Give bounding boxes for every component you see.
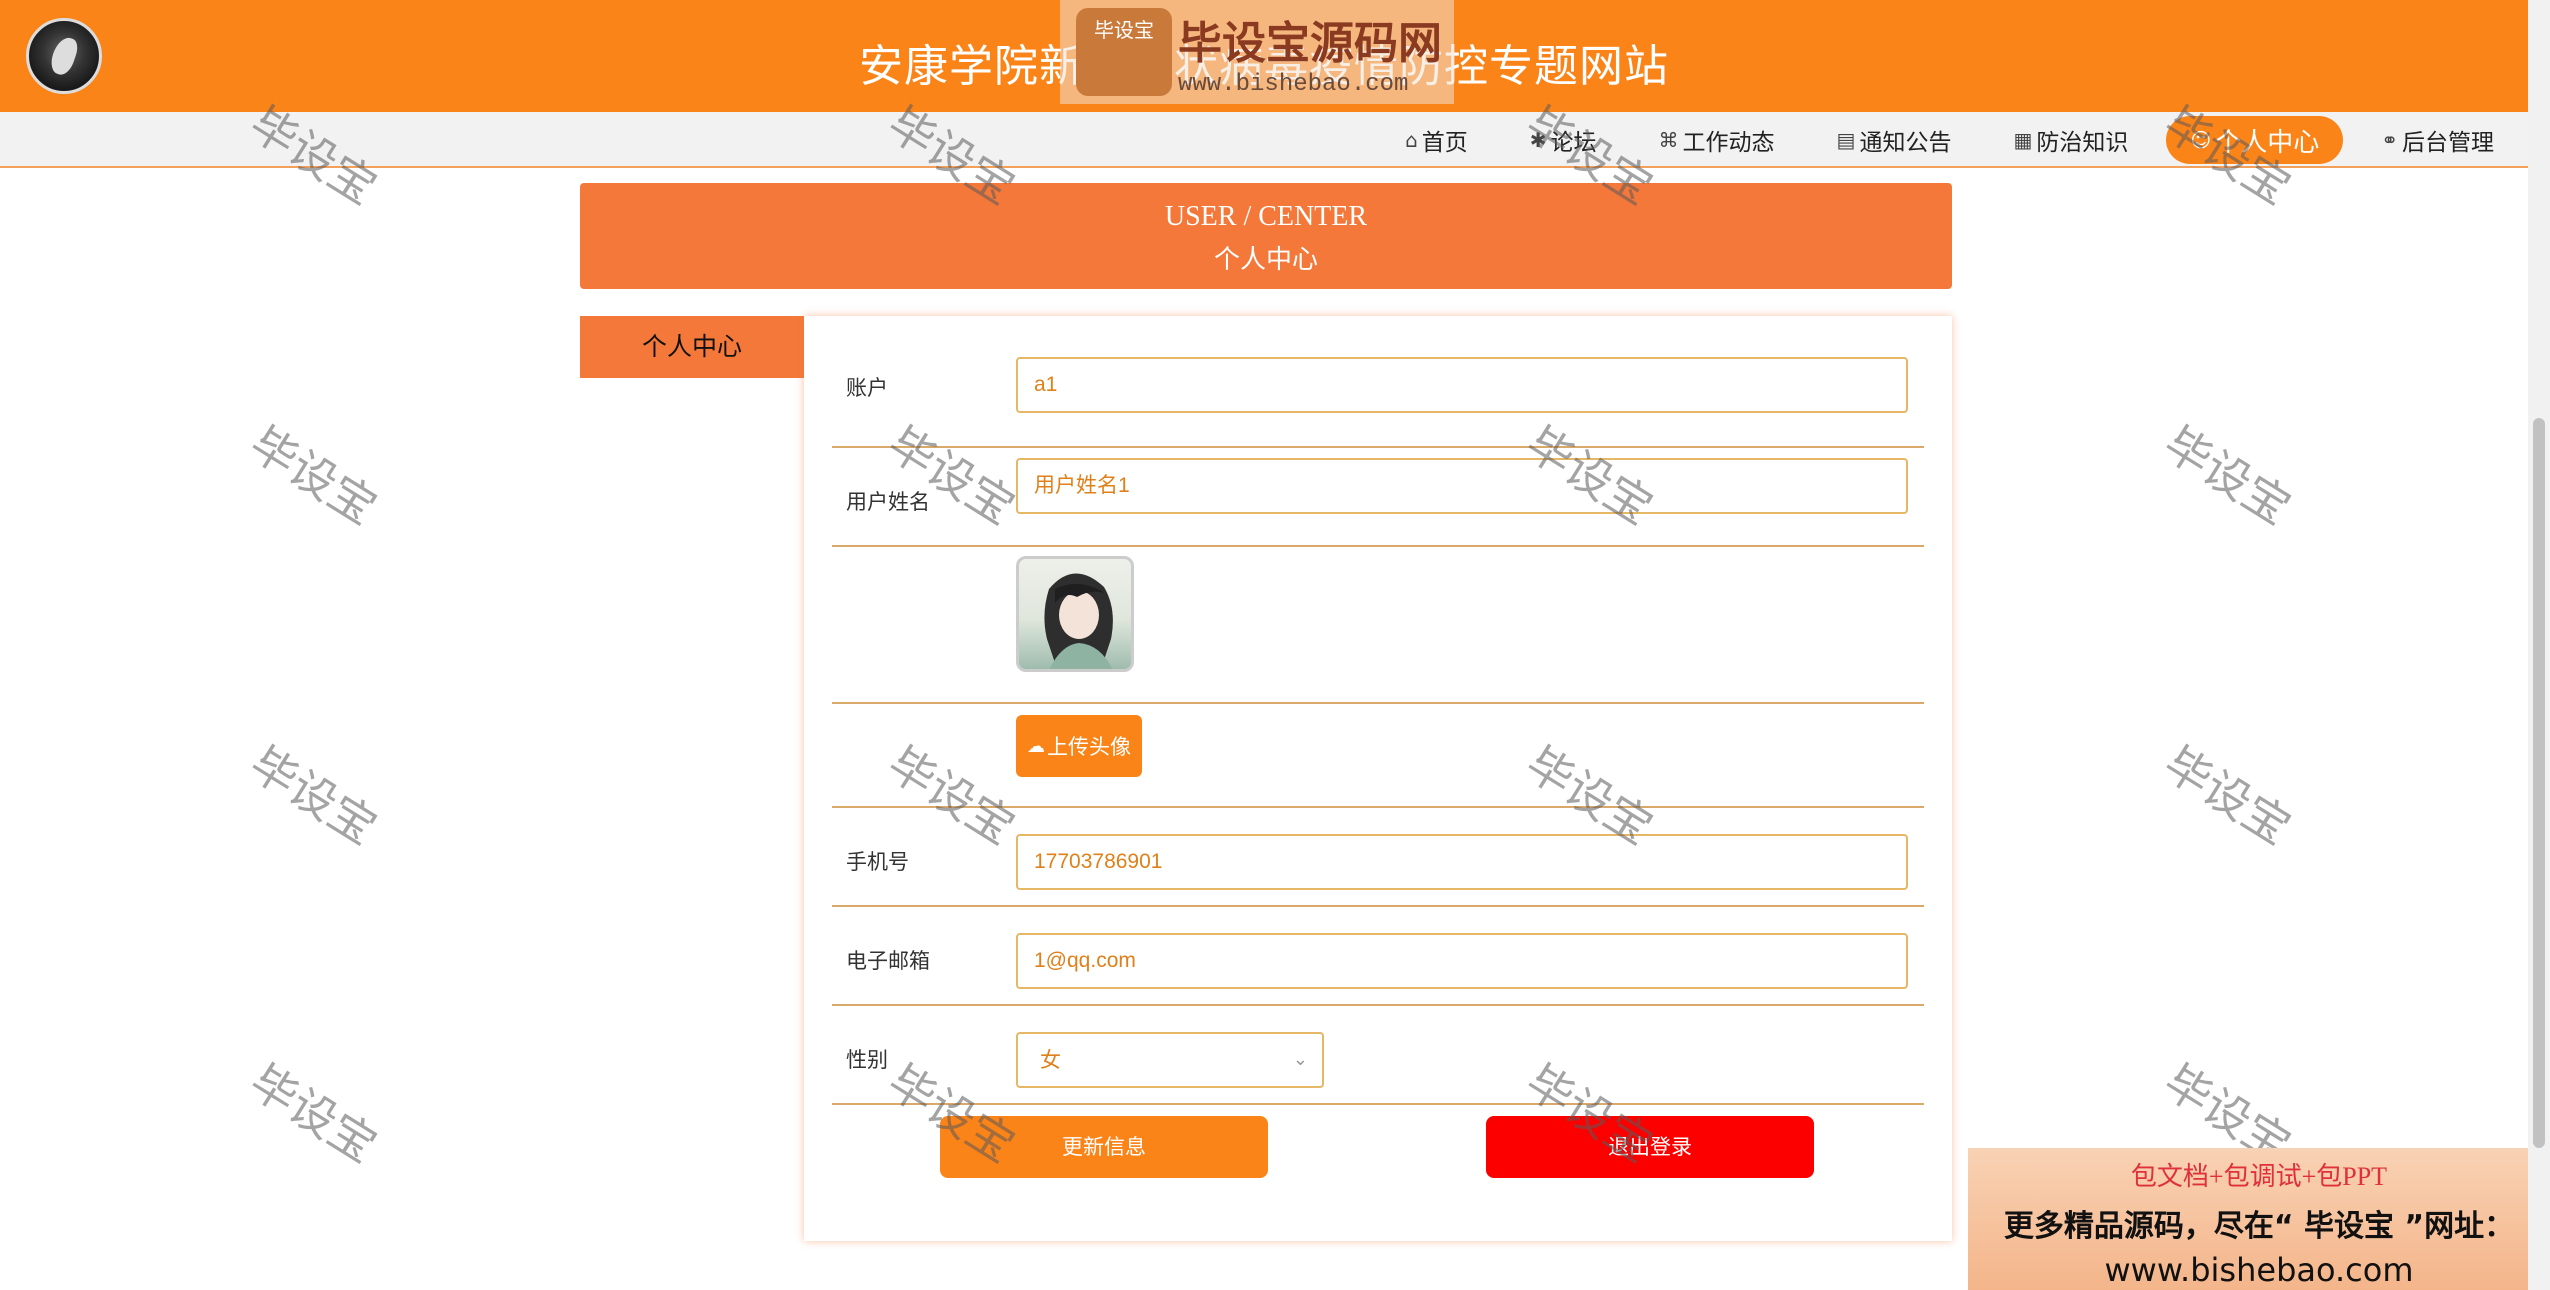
nav-item-4[interactable]: ▦ 防治知识 <box>1989 116 2152 164</box>
gender-label: 性别 <box>846 1048 888 1072</box>
watermark-logo: 毕设宝 毕设宝源码网 www.bishebao.com <box>1060 0 1454 104</box>
watermark-title: 毕设宝源码网 <box>1178 17 1442 69</box>
user-icon: ☺ <box>2190 128 2212 152</box>
nav-item-label: 防治知识 <box>2036 130 2129 156</box>
nav-item-label: 首页 <box>1421 130 1468 156</box>
nav-item-label: 论坛 <box>1550 130 1597 156</box>
watermark-text: 毕设宝 <box>2154 736 2301 856</box>
form-row-username: 用户姓名 用户姓名1 <box>832 448 1924 547</box>
promo-line-2: 更多精品源码，尽在“ 毕设宝 ”网址： <box>2003 1209 2515 1244</box>
forum-icon: ✱ <box>1529 128 1547 152</box>
page: 安康学院新型冠状病毒疫情防控专题网站 ⌂首页✱论坛⌘工作动态▤通知公告▦防治知识… <box>0 0 2550 1290</box>
form-row-account: 账户 a1 <box>832 316 1924 448</box>
nav-item-label: 个人中心 <box>2215 127 2320 158</box>
banner-title-en: USER / CENTER <box>1164 201 1368 232</box>
nav-item-2[interactable]: ⌘ 工作动态 <box>1635 116 1799 164</box>
account-label: 账户 <box>846 376 888 400</box>
form-row-email: 电子邮箱 1@qq.com <box>832 907 1924 1006</box>
nav-item-5[interactable]: ☺ 个人中心 <box>2166 116 2344 164</box>
watermark-url: www.bishebao.com <box>1178 70 1409 98</box>
phone-field[interactable]: 17703786901 <box>1016 834 1908 890</box>
username-label: 用户姓名 <box>846 490 930 514</box>
form-row-gender: 性别 女 ⌄ <box>832 1006 1924 1105</box>
nav-item-6[interactable]: ⚭ 后台管理 <box>2357 116 2518 164</box>
watermark-badge: 毕设宝 <box>1076 8 1172 96</box>
logout-button[interactable]: 退出登录 <box>1486 1116 1814 1178</box>
nav-item-3[interactable]: ▤ 通知公告 <box>1813 116 1976 164</box>
notice-icon: ▤ <box>1836 128 1856 152</box>
username-field[interactable]: 用户姓名1 <box>1016 458 1908 514</box>
watermark-text: 毕设宝 <box>2154 416 2301 536</box>
form-row-upload <box>832 704 1924 808</box>
nav-item-label: 后台管理 <box>2402 130 2494 156</box>
chevron-down-icon: ⌄ <box>1292 1049 1308 1070</box>
upload-avatar-label: 上传头像 <box>1047 735 1131 759</box>
sidebar-item-user-center[interactable]: 个人中心 <box>580 316 804 378</box>
watermark-text: 毕设宝 <box>240 416 387 536</box>
gender-select[interactable]: 女 ⌄ <box>1016 1032 1324 1088</box>
banner-title-cn: 个人中心 <box>1213 245 1318 274</box>
phone-label: 手机号 <box>846 850 909 874</box>
email-field[interactable]: 1@qq.com <box>1016 933 1908 989</box>
book-icon: ⌘ <box>1658 128 1679 152</box>
upload-avatar-button[interactable]: ☁ 上传头像 <box>1016 715 1142 777</box>
nav-item-label: 通知公告 <box>1859 130 1952 156</box>
nav-item-0[interactable]: ⌂ 首页 <box>1381 116 1492 164</box>
watermark-text: 毕设宝 <box>240 1054 387 1174</box>
nav-item-1[interactable]: ✱ 论坛 <box>1506 116 1621 164</box>
watermark-text: 毕设宝 <box>240 736 387 856</box>
nav-bar: ⌂ 首页 ✱ 论坛 ⌘ 工作动态 ▤ 通知公告 ▦ 防治知识 ☺ 个人中心 ⚭ 后台管理 <box>0 112 2528 168</box>
avatar <box>1016 556 1134 672</box>
promo-box[interactable]: 包文档+包调试+包PPT 更多精品源码，尽在“ 毕设宝 ”网址： www.bis… <box>1968 1148 2550 1290</box>
home-icon: ⌂ <box>1405 128 1418 152</box>
update-info-button[interactable]: 更新信息 <box>940 1116 1268 1178</box>
apps-icon: ▦ <box>2013 128 2033 152</box>
cloud-upload-icon: ☁ <box>1027 735 1045 757</box>
profile-form: 账户 a1 用户姓名 用户姓名1 ☁ 上传头像 手机号 17703786901 … <box>804 316 1952 1241</box>
form-row-avatar <box>832 547 1924 704</box>
promo-line-1: 包文档+包调试+包PPT <box>2130 1162 2388 1191</box>
form-row-phone: 手机号 17703786901 <box>832 808 1924 907</box>
promo-line-3: www.bishebao.com <box>2104 1251 2414 1289</box>
account-field[interactable]: a1 <box>1016 357 1908 413</box>
link-icon: ⚭ <box>2381 128 2398 152</box>
scrollbar[interactable] <box>2528 0 2550 1290</box>
gender-value: 女 <box>1040 1048 1061 1072</box>
nav-menu: ⌂ 首页 ✱ 论坛 ⌘ 工作动态 ▤ 通知公告 ▦ 防治知识 ☺ 个人中心 ⚭ 后台管理 <box>1367 112 2518 168</box>
email-label: 电子邮箱 <box>846 949 930 973</box>
page-banner: USER / CENTER 个人中心 <box>580 183 1952 289</box>
scrollbar-thumb[interactable] <box>2533 418 2545 1148</box>
nav-item-label: 工作动态 <box>1682 130 1775 156</box>
